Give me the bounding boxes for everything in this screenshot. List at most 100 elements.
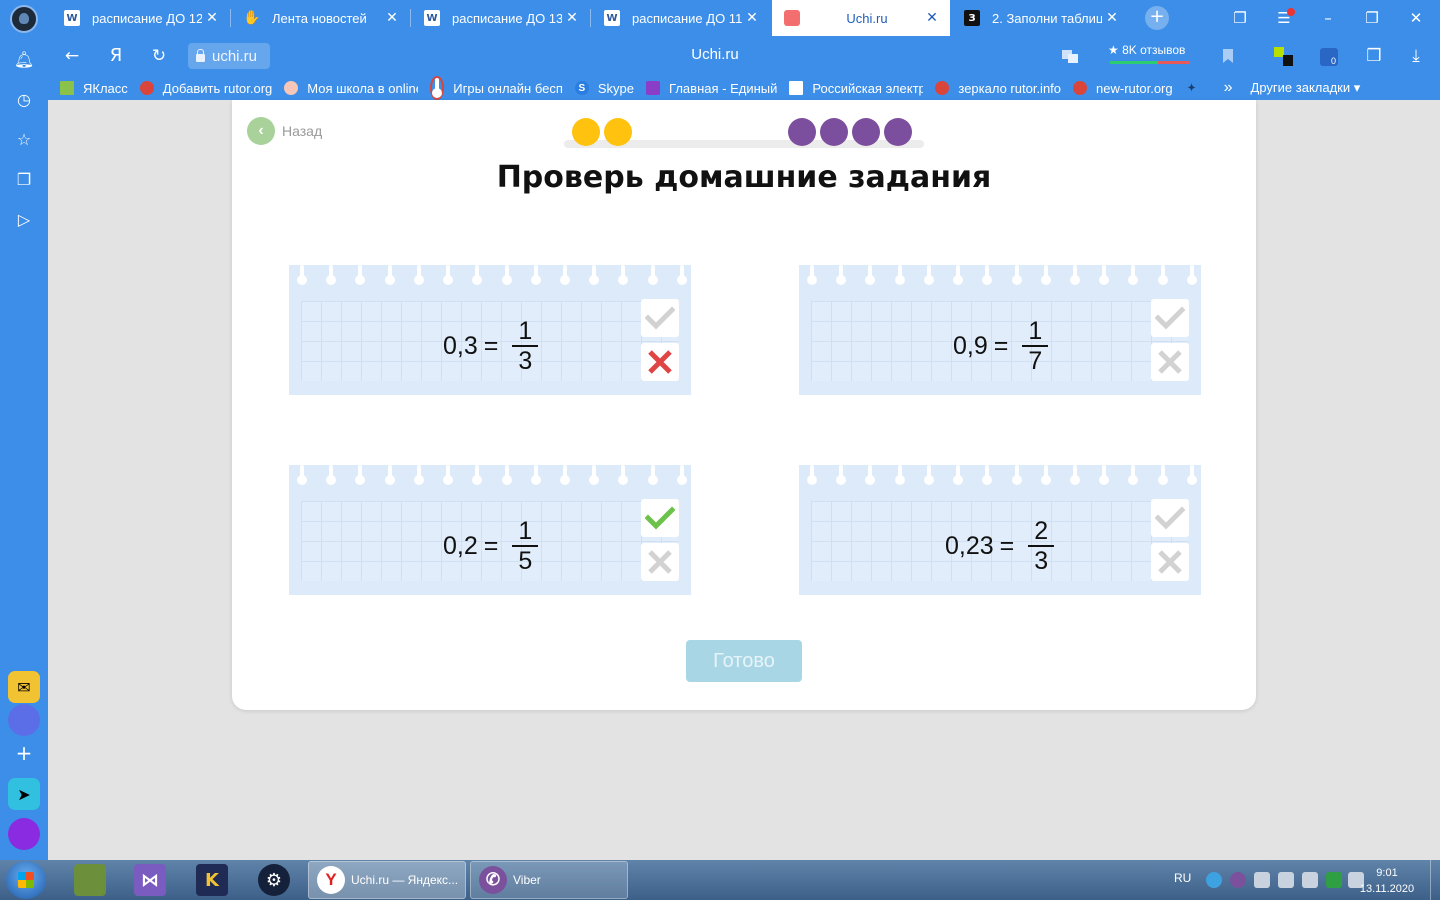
tab-schedule-12[interactable]: W расписание ДО 12 к ✕ xyxy=(52,0,230,36)
language-indicator[interactable]: RU xyxy=(1174,871,1191,885)
tab-fill-table[interactable]: З 2. Заполни таблицу ✕ xyxy=(952,0,1130,36)
bookmark-games[interactable]: Игры онлайн бесп xyxy=(430,76,563,100)
ready-button[interactable]: Готово xyxy=(686,640,802,682)
shield-icon[interactable] xyxy=(1326,872,1342,888)
tabs-overview-icon[interactable]: ❐ xyxy=(1228,6,1252,30)
bookmark-rutor-mirror[interactable]: зеркало rutor.info xyxy=(935,81,1061,96)
restore-icon[interactable]: ❐ xyxy=(1360,6,1384,30)
usb-icon[interactable] xyxy=(1254,872,1270,888)
back-arrow-icon[interactable]: ← xyxy=(60,44,84,68)
close-icon[interactable]: ✕ xyxy=(922,10,942,26)
audio-manager-icon[interactable] xyxy=(1302,872,1318,888)
add-icon[interactable]: + xyxy=(12,741,36,765)
translate-icon[interactable] xyxy=(1060,46,1080,66)
reload-icon[interactable]: ↻ xyxy=(147,44,171,68)
other-bookmarks[interactable]: Другие закладки ▾ xyxy=(1251,80,1361,96)
tab-schedule-13[interactable]: W расписание ДО 13 к ✕ xyxy=(412,0,590,36)
taskbar-viber-window[interactable]: ✆ Viber xyxy=(470,861,628,899)
tab-label: расписание ДО 11 к xyxy=(632,10,742,26)
incorrect-button[interactable] xyxy=(641,343,679,381)
ring-hole xyxy=(953,465,964,489)
system-clock[interactable]: 9:01 13.11.2020 xyxy=(1352,865,1422,897)
denominator: 5 xyxy=(518,547,533,575)
clock-icon[interactable]: ◷ xyxy=(12,88,36,112)
close-icon[interactable]: ✕ xyxy=(742,10,762,26)
ring-hole xyxy=(1099,265,1110,289)
send-icon[interactable]: ➤ xyxy=(8,778,40,810)
video-icon[interactable]: ▷ xyxy=(12,208,36,232)
correct-button[interactable] xyxy=(641,499,679,537)
sidebar-toggle-icon[interactable]: ❒ xyxy=(1362,44,1386,68)
bookmark-new-rutor[interactable]: new-rutor.org xyxy=(1073,81,1173,96)
ring-hole xyxy=(676,465,687,489)
viber-icon: ✆ xyxy=(479,866,507,894)
close-window-icon[interactable]: ✕ xyxy=(1404,6,1428,30)
taskbar: ⋈ K ⚙ Y Uchi.ru — Яндекс... ✆ Viber RU 9… xyxy=(0,860,1440,900)
back-button[interactable]: ‹ Назад xyxy=(247,117,322,145)
incorrect-button[interactable] xyxy=(641,543,679,581)
bookmark-icon[interactable] xyxy=(1218,46,1238,66)
fraction: 15 xyxy=(512,517,539,575)
new-tab-button[interactable]: + xyxy=(1145,6,1169,30)
incorrect-button[interactable] xyxy=(1151,543,1189,581)
messenger-icon[interactable] xyxy=(8,704,40,736)
url-field[interactable]: uchi.ru xyxy=(188,43,270,69)
incorrect-button[interactable] xyxy=(1151,343,1189,381)
bookmark-skype[interactable]: S Skype xyxy=(574,81,634,96)
steam-icon[interactable]: ⚙ xyxy=(258,864,290,896)
bookmark-yaklass[interactable]: ЯКласс xyxy=(60,81,128,96)
decimal-value: 0,23 xyxy=(945,531,994,560)
address-bar: ← Я ↻ uchi.ru Uchi.ru ★ 8K отзывов 0 ❒ ⤓ xyxy=(0,38,1440,74)
correct-button[interactable] xyxy=(641,299,679,337)
taskbar-browser-window[interactable]: Y Uchi.ru — Яндекс... xyxy=(308,861,466,899)
show-desktop-button[interactable] xyxy=(1430,860,1440,900)
minecraft-icon[interactable] xyxy=(74,864,106,896)
tab-uchi[interactable]: Uchi.ru ✕ xyxy=(772,0,950,36)
eagle-icon: ✦ xyxy=(1187,82,1196,94)
bookmark-gov[interactable]: ✦ xyxy=(1185,81,1208,95)
collections-icon[interactable] xyxy=(1273,46,1293,66)
tab-schedule-11[interactable]: W расписание ДО 11 к ✕ xyxy=(592,0,770,36)
browser-logo-icon[interactable] xyxy=(10,5,38,33)
close-icon[interactable]: ✕ xyxy=(562,10,582,26)
tray-app-icon[interactable] xyxy=(1206,872,1222,888)
ring-hole xyxy=(1069,265,1080,289)
ring-hole xyxy=(472,465,483,489)
word-icon: W xyxy=(64,10,80,26)
bookmark-my-school[interactable]: Моя школа в online xyxy=(284,81,418,96)
rating-bar xyxy=(1110,61,1190,64)
minimize-icon[interactable]: – xyxy=(1316,6,1340,30)
bookmark-edu-main[interactable]: Главная - Единый xyxy=(646,81,777,96)
yandex-icon[interactable]: Я xyxy=(104,44,128,68)
alice-icon[interactable] xyxy=(8,818,40,850)
progress-dot-done xyxy=(572,118,600,146)
viber-tray-icon[interactable] xyxy=(1230,872,1246,888)
ring-hole xyxy=(1040,465,1051,489)
star-icon[interactable]: ☆ xyxy=(12,128,36,152)
mail-icon[interactable]: ✉ xyxy=(8,671,40,703)
download-icon[interactable]: ⤓ xyxy=(1404,44,1428,68)
volume-icon[interactable] xyxy=(1278,872,1294,888)
bookmark-resh[interactable]: Российская электр xyxy=(789,81,923,96)
more-bookmarks-icon[interactable]: » xyxy=(1224,79,1233,97)
close-icon[interactable]: ✕ xyxy=(1102,10,1122,26)
page-title: Проверь домашние задания xyxy=(496,160,992,195)
k-app-icon[interactable]: K xyxy=(196,864,228,896)
correct-button[interactable] xyxy=(1151,299,1189,337)
ring-hole xyxy=(443,465,454,489)
close-icon[interactable]: ✕ xyxy=(202,10,222,26)
ring-hole xyxy=(1069,465,1080,489)
bell-icon[interactable]: 🔔︎ xyxy=(12,48,36,72)
extension-icon[interactable]: 0 xyxy=(1318,46,1338,66)
start-button[interactable] xyxy=(6,861,46,899)
reviews-button[interactable]: ★ 8K отзывов xyxy=(1108,43,1185,57)
visual-studio-icon[interactable]: ⋈ xyxy=(134,864,166,896)
paw-icon: ✋ xyxy=(243,10,261,26)
tab-news-feed[interactable]: ✋ Лента новостей ✕ xyxy=(232,0,410,36)
ring-hole xyxy=(355,265,366,289)
ring-hole xyxy=(443,265,454,289)
collections-icon[interactable]: ❐ xyxy=(12,168,36,192)
bookmark-add-rutor[interactable]: Добавить rutor.org xyxy=(139,81,272,96)
close-icon[interactable]: ✕ xyxy=(382,10,402,26)
correct-button[interactable] xyxy=(1151,499,1189,537)
